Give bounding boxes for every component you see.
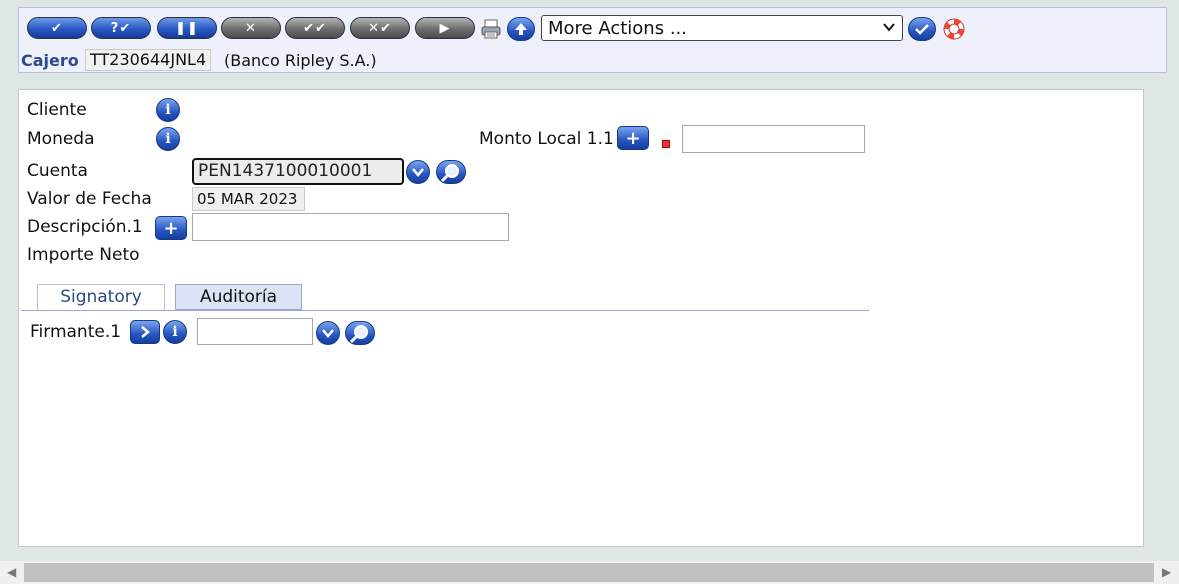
scroll-right-icon[interactable]: ▶: [1162, 565, 1171, 579]
cliente-label: Cliente: [27, 100, 87, 120]
cuenta-input[interactable]: PEN1437100010001: [192, 158, 404, 185]
firmante-dropdown-icon[interactable]: [316, 321, 340, 345]
valor-fecha-label: Valor de Fecha: [27, 189, 152, 209]
upload-icon[interactable]: [507, 17, 535, 41]
delete-button[interactable]: ✕: [221, 17, 281, 39]
scroll-left-icon[interactable]: ◀: [7, 565, 16, 579]
tab-divider: [21, 310, 869, 311]
valor-fecha-field: 05 MAR 2023: [192, 187, 305, 211]
bank-name: (Banco Ripley S.A.): [224, 51, 377, 70]
cajero-label: Cajero: [21, 51, 79, 70]
tab-signatory[interactable]: Signatory: [37, 284, 165, 311]
toolbar-panel: ✔ ?✔ ❚❚ ✕ ✔✔ ✕✔ ▶ More Actions ... Cajer…: [18, 7, 1167, 73]
chevron-down-icon: [883, 23, 895, 32]
cliente-info-icon[interactable]: i: [156, 98, 180, 122]
cuenta-dropdown-icon[interactable]: [406, 160, 430, 184]
more-actions-value: More Actions ...: [548, 17, 687, 39]
firmante-search-icon[interactable]: [345, 321, 375, 345]
cuenta-search-icon[interactable]: [436, 160, 466, 184]
moneda-info-icon[interactable]: i: [156, 127, 180, 151]
validate-button[interactable]: ?✔: [91, 17, 151, 39]
print-icon[interactable]: [480, 18, 502, 40]
more-actions-select[interactable]: More Actions ...: [541, 15, 903, 41]
scrollbar-thumb[interactable]: [24, 563, 1154, 582]
tab-auditoria[interactable]: Auditoría: [175, 284, 302, 310]
cajero-id-field: TT230644JNL4: [85, 49, 212, 71]
monto-local-expand-button[interactable]: +: [617, 126, 649, 150]
confirm-icon[interactable]: [908, 17, 936, 41]
hold-button[interactable]: ❚❚: [157, 17, 217, 39]
authorise-button[interactable]: ✔✔: [285, 17, 345, 39]
commit-button[interactable]: ✔: [27, 17, 87, 39]
transaction-form: Cliente i Moneda i Monto Local 1.1 + Cue…: [18, 89, 1144, 547]
importe-neto-label: Importe Neto: [27, 245, 140, 265]
next-button[interactable]: ▶: [415, 17, 475, 39]
descripcion-input[interactable]: [192, 213, 509, 241]
firmante-expand-button[interactable]: [130, 320, 160, 344]
help-lifebuoy-icon[interactable]: [942, 17, 966, 41]
reverse-button[interactable]: ✕✔: [350, 17, 410, 39]
cuenta-label: Cuenta: [27, 161, 88, 181]
descripcion-label: Descripción.1: [27, 217, 143, 237]
monto-local-input[interactable]: [682, 125, 865, 153]
monto-local-label: Monto Local 1.1: [479, 129, 614, 149]
moneda-label: Moneda: [27, 129, 95, 149]
firmante-info-icon[interactable]: i: [163, 320, 187, 344]
descripcion-expand-button[interactable]: +: [155, 216, 187, 240]
horizontal-scrollbar[interactable]: ◀ ▶: [0, 561, 1179, 584]
firmante-input[interactable]: [197, 318, 313, 345]
required-marker: [662, 140, 670, 148]
firmante-label: Firmante.1: [30, 322, 122, 342]
